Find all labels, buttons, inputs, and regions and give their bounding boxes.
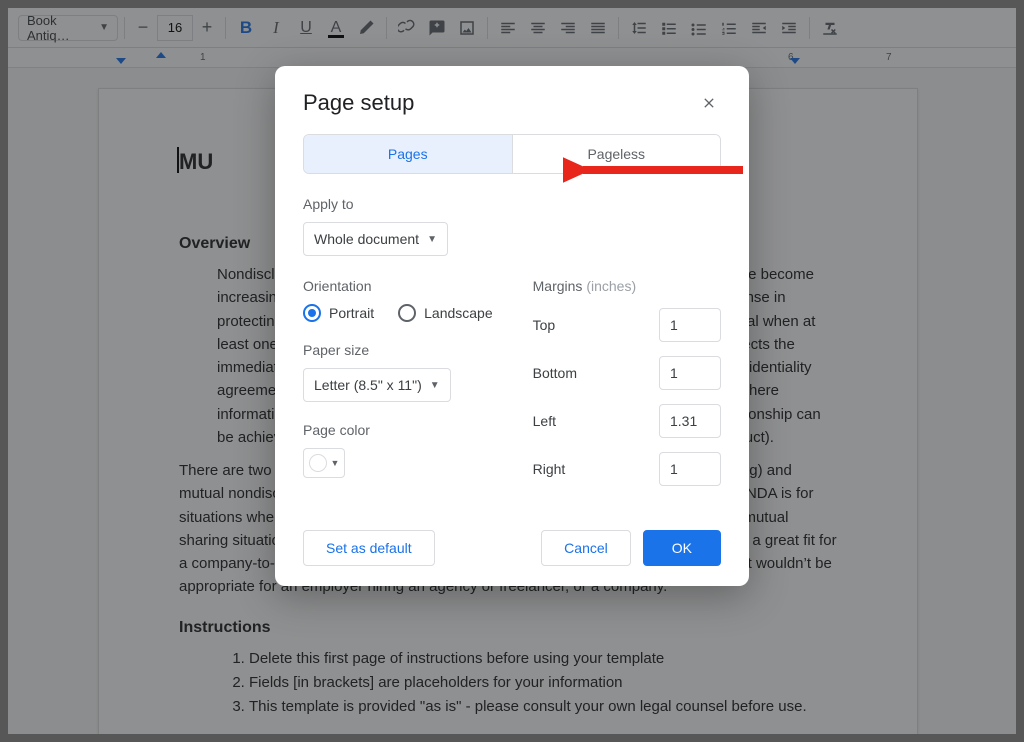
paper-size-dropdown[interactable]: Letter (8.5" x 11") ▼ — [303, 368, 451, 402]
tab-pages[interactable]: Pages — [304, 135, 513, 173]
margin-bottom-label: Bottom — [533, 365, 577, 381]
tab-row: Pages Pageless — [303, 134, 721, 174]
set-as-default-button[interactable]: Set as default — [303, 530, 435, 566]
chevron-down-icon: ▼ — [430, 380, 440, 391]
margin-right-label: Right — [533, 461, 566, 477]
page-color-label: Page color — [303, 422, 493, 438]
orientation-label: Orientation — [303, 278, 493, 294]
margin-top-input[interactable] — [659, 308, 721, 342]
apply-to-dropdown[interactable]: Whole document ▼ — [303, 222, 448, 256]
radio-icon — [398, 304, 416, 322]
paper-size-label: Paper size — [303, 342, 493, 358]
close-button[interactable] — [697, 91, 721, 115]
color-swatch-icon — [309, 454, 327, 472]
tab-pageless[interactable]: Pageless — [513, 135, 721, 173]
apply-to-value: Whole document — [314, 231, 419, 247]
left-column: Orientation Portrait Landscape Paper siz… — [303, 278, 493, 500]
modal-overlay: Page setup Pages Pageless Apply to Whole… — [8, 8, 1016, 734]
margin-left-label: Left — [533, 413, 556, 429]
margin-left-input[interactable] — [659, 404, 721, 438]
page-color-dropdown[interactable]: ▼ — [303, 448, 345, 478]
margin-right-input[interactable] — [659, 452, 721, 486]
apply-to-label: Apply to — [303, 196, 721, 212]
paper-size-value: Letter (8.5" x 11") — [314, 377, 422, 393]
margin-top-label: Top — [533, 317, 556, 333]
close-icon — [701, 95, 717, 111]
right-column: Margins (inches) Top Bottom Left Right — [533, 278, 721, 500]
chevron-down-icon: ▼ — [331, 458, 340, 468]
page-setup-dialog: Page setup Pages Pageless Apply to Whole… — [275, 66, 749, 586]
margins-label: Margins (inches) — [533, 278, 721, 294]
cancel-button[interactable]: Cancel — [541, 530, 631, 566]
ok-button[interactable]: OK — [643, 530, 721, 566]
chevron-down-icon: ▼ — [427, 234, 437, 245]
orientation-landscape-radio[interactable]: Landscape — [398, 304, 493, 322]
margin-bottom-input[interactable] — [659, 356, 721, 390]
dialog-title: Page setup — [303, 90, 414, 116]
radio-icon — [303, 304, 321, 322]
orientation-portrait-radio[interactable]: Portrait — [303, 304, 374, 322]
